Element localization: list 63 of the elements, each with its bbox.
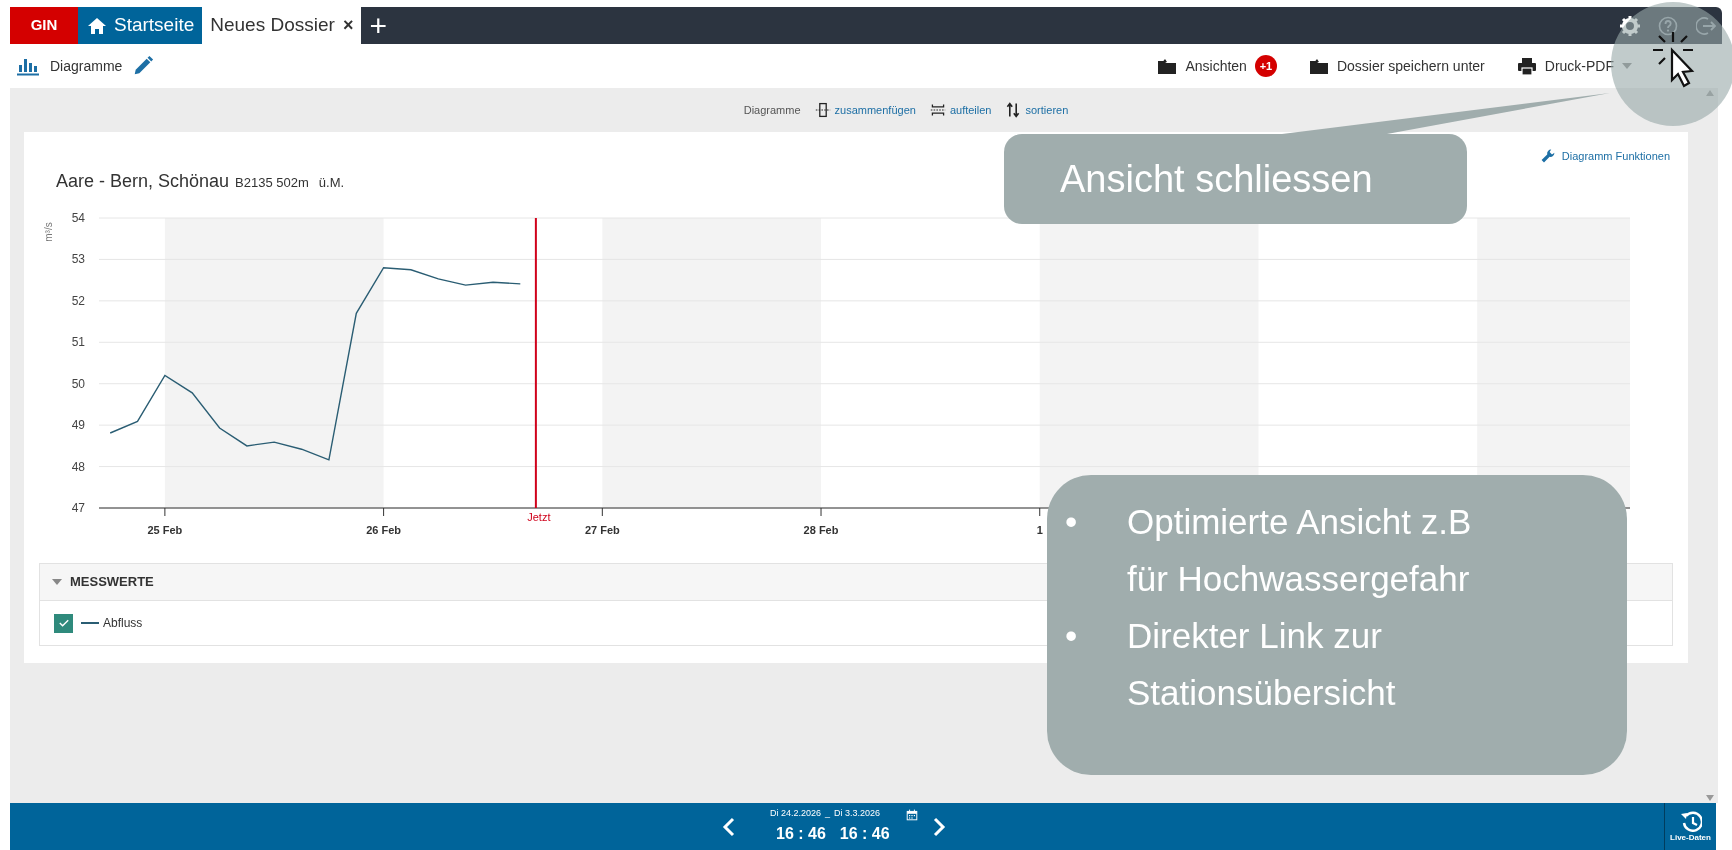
merge-icon xyxy=(814,102,831,118)
axis-label: 53 xyxy=(71,252,85,267)
axis-label: 28 Feb xyxy=(803,524,839,536)
axis-label: 52 xyxy=(71,293,85,308)
end-time[interactable]: 16 : 46 xyxy=(839,822,890,847)
section-heading: MESSWERTE xyxy=(70,573,154,592)
close-tab-button[interactable]: × xyxy=(342,12,354,39)
count-badge: +1 xyxy=(1254,55,1277,77)
settings-icon[interactable] xyxy=(1620,15,1640,36)
legend-line-icon xyxy=(81,622,99,624)
end-date: Di 3.3.2026 xyxy=(834,806,881,820)
toolbar-button[interactable]: Dossier speichern unter xyxy=(1308,55,1485,77)
axis-label: 54 xyxy=(71,211,85,225)
tab[interactable]: Neues Dossier × xyxy=(202,7,362,44)
toolbar-button[interactable]: Ansichten +1 xyxy=(1157,55,1277,77)
toolbar-button[interactable]: zusammenfügen xyxy=(814,101,916,119)
history-icon xyxy=(1679,809,1702,832)
split-icon xyxy=(929,102,946,118)
help-icon[interactable] xyxy=(1658,15,1678,36)
toolbar-title: Diagramme xyxy=(50,56,123,76)
folder-icon xyxy=(1308,57,1329,75)
collapse-caret-icon[interactable] xyxy=(52,579,62,585)
axis-label: 48 xyxy=(71,459,85,474)
checkbox[interactable] xyxy=(54,613,73,633)
diagram-functions-link[interactable]: Diagramm Funktionen xyxy=(1539,148,1670,165)
toolbar-button[interactable]: aufteilen xyxy=(929,101,992,119)
home-icon xyxy=(86,15,108,36)
live-data-button[interactable]: Live-Daten xyxy=(1664,803,1716,850)
station-info: B2135 502m xyxy=(235,174,309,192)
date-separator: _ xyxy=(825,806,831,820)
elevation-label: ü.M. xyxy=(318,174,345,192)
axis-label: 51 xyxy=(71,335,85,350)
calendar-icon[interactable] xyxy=(905,809,918,821)
wrench-icon xyxy=(1539,148,1556,165)
axis-label: 47 xyxy=(71,501,85,515)
axis-label: 25 Feb xyxy=(147,524,183,536)
axis-label: 26 Feb xyxy=(366,524,402,536)
tab[interactable]: GIN xyxy=(10,7,78,44)
bullet-icon: • xyxy=(1065,493,1127,607)
logout-icon[interactable] xyxy=(1696,15,1716,36)
folder-icon xyxy=(1157,57,1178,75)
toolbar-button[interactable]: Druck-PDF xyxy=(1516,55,1632,77)
sort-icon xyxy=(1005,102,1022,118)
axis-title: m³/s xyxy=(43,222,54,242)
toolbar-label: Diagramme xyxy=(743,102,801,118)
axis-label: 1 xyxy=(1036,524,1043,536)
start-time[interactable]: 16 : 46 xyxy=(776,822,826,847)
bullet-text: Optimierte Ansicht z.B für Hochwassergefahr xyxy=(1127,501,1473,600)
bullet-text: Direkter Link zur Stationsübersicht xyxy=(1127,615,1397,714)
printer-icon xyxy=(1516,57,1537,75)
tab[interactable]: Startseite xyxy=(78,7,203,44)
axis-label: 27 Feb xyxy=(584,524,620,536)
bullet-icon: • xyxy=(1065,607,1127,721)
diagram-title: Aare - Bern, Schönau xyxy=(56,170,230,193)
axis-label: 50 xyxy=(71,376,85,391)
add-tab-button[interactable]: + xyxy=(361,10,395,41)
toolbar-button[interactable]: sortieren xyxy=(1005,101,1069,119)
axis-label: 49 xyxy=(71,418,85,433)
start-date: Di 24.2.2026 xyxy=(770,806,822,820)
now-label: Jetzt xyxy=(527,511,551,523)
caret-icon xyxy=(1622,63,1632,69)
pencil-icon[interactable] xyxy=(132,55,155,77)
series-label: Abfluss xyxy=(103,615,143,632)
